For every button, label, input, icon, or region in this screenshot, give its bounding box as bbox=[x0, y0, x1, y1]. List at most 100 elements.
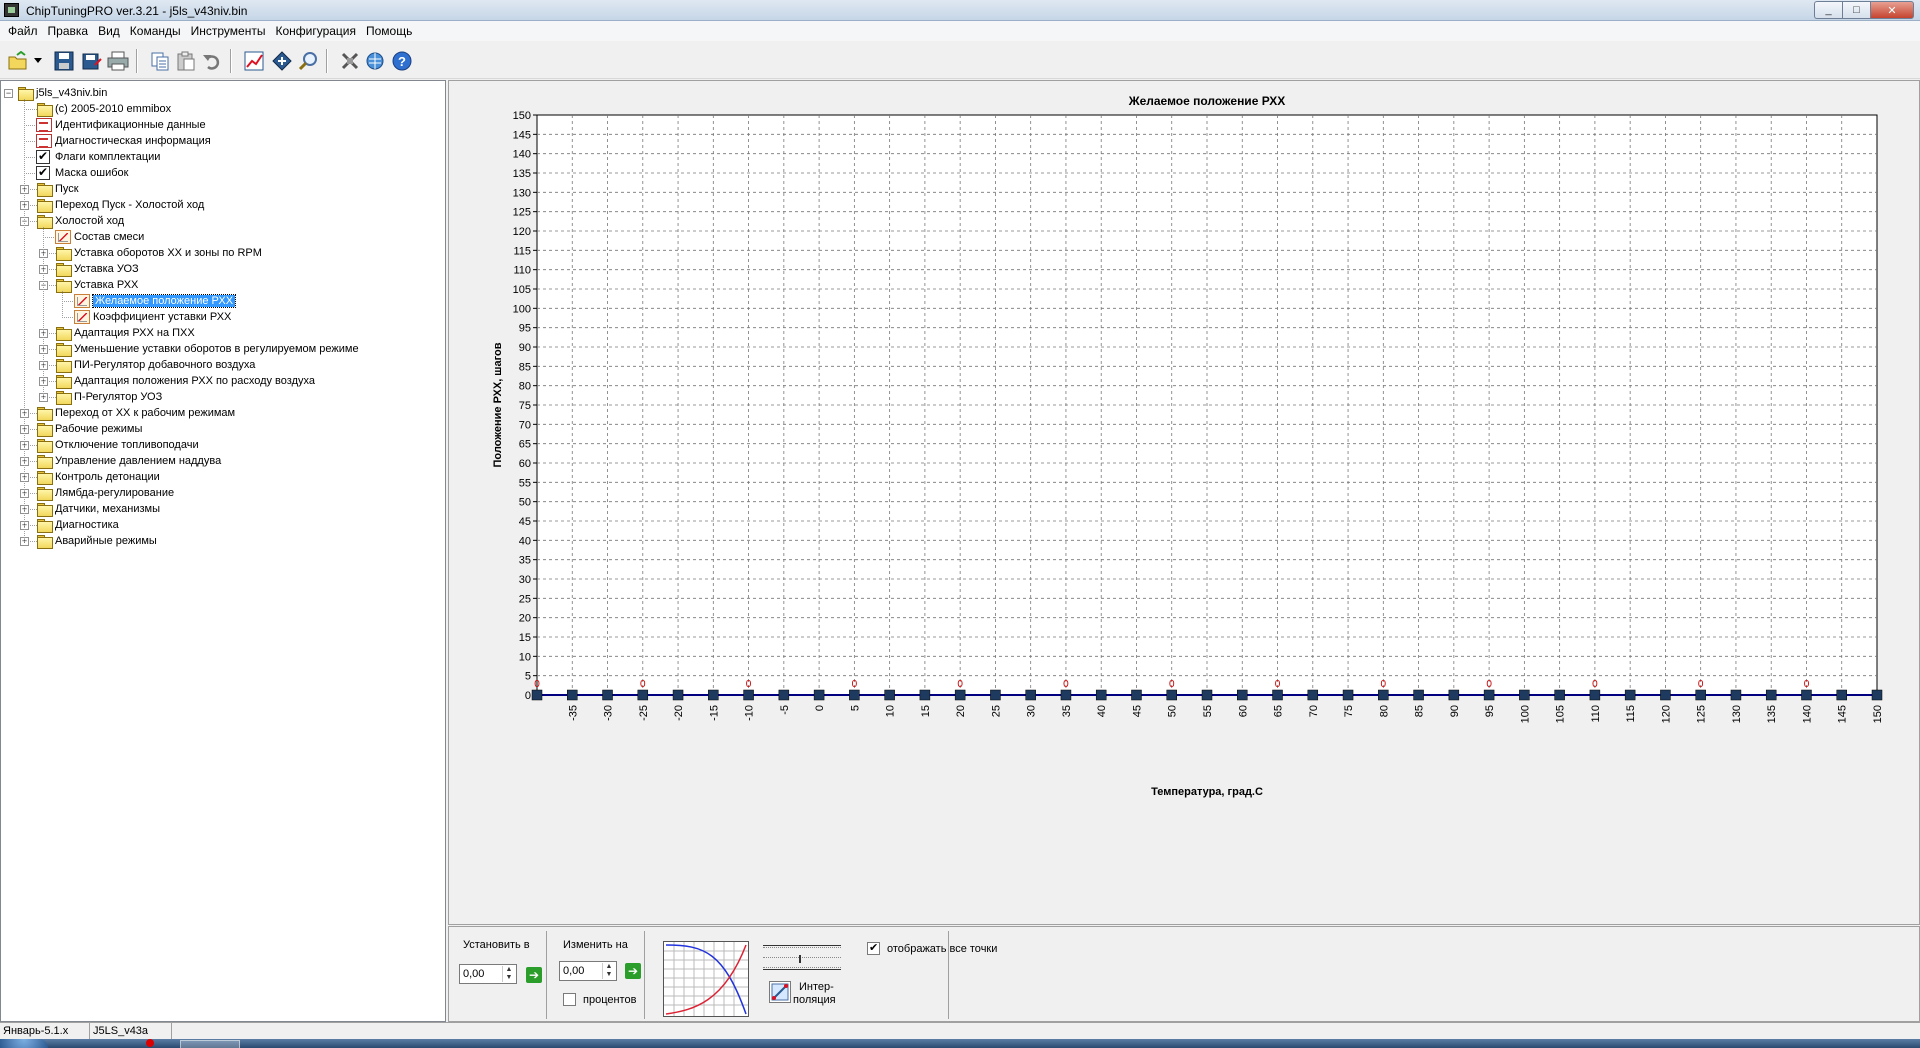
data-point-marker[interactable] bbox=[672, 689, 684, 701]
open-icon[interactable] bbox=[6, 49, 30, 73]
tree-node[interactable]: Диагностическая информация bbox=[36, 133, 211, 149]
show-all-points-checkbox[interactable] bbox=[867, 941, 880, 955]
data-point-marker[interactable] bbox=[1025, 689, 1036, 701]
tree-node[interactable]: Уменьшение уставки оборотов в регулируем… bbox=[55, 341, 359, 357]
globe-icon[interactable] bbox=[364, 49, 388, 73]
data-point-marker[interactable] bbox=[1448, 689, 1460, 701]
diamond-icon[interactable] bbox=[270, 49, 294, 73]
data-point-marker[interactable] bbox=[531, 689, 543, 701]
tree-node[interactable]: Аварийные режимы bbox=[36, 533, 157, 549]
data-point-marker[interactable] bbox=[637, 689, 649, 701]
tree-node[interactable]: Уставка оборотов ХХ и зоны по RPM bbox=[55, 245, 262, 261]
curve-preview-button[interactable] bbox=[663, 941, 749, 1017]
data-point-marker[interactable] bbox=[1201, 689, 1213, 701]
taskbar-item[interactable] bbox=[180, 1040, 240, 1048]
taskbar-app-icon[interactable] bbox=[146, 1039, 154, 1047]
tree-node[interactable]: Переход от ХХ к рабочим режимам bbox=[36, 405, 235, 421]
data-point-marker[interactable] bbox=[1166, 689, 1177, 701]
save-icon[interactable] bbox=[52, 49, 76, 73]
search-icon[interactable] bbox=[296, 49, 320, 73]
chart[interactable]: Желаемое положение РХХ051015202530354045… bbox=[449, 81, 1919, 924]
tree-node[interactable]: Контроль детонации bbox=[36, 469, 160, 485]
tree-node[interactable]: П-Регулятор УОЗ bbox=[55, 389, 162, 405]
data-point-marker[interactable] bbox=[884, 689, 895, 701]
data-point-marker[interactable] bbox=[919, 689, 931, 701]
print-icon[interactable] bbox=[106, 49, 130, 73]
paste-icon[interactable] bbox=[174, 49, 198, 73]
data-point-marker[interactable] bbox=[1660, 689, 1671, 701]
interpolation-button[interactable] bbox=[769, 981, 791, 1003]
chart-icon[interactable] bbox=[242, 49, 266, 73]
data-point-marker[interactable] bbox=[1060, 689, 1072, 701]
tree-node[interactable]: Рабочие режимы bbox=[36, 421, 142, 437]
data-point-marker[interactable] bbox=[1801, 689, 1812, 701]
tree-node[interactable]: Отключение топливоподачи bbox=[36, 437, 199, 453]
tree-node[interactable]: Управление давлением наддува bbox=[36, 453, 221, 469]
tree-node[interactable]: Коэффициент уставки РХХ bbox=[74, 309, 231, 325]
data-point-marker[interactable] bbox=[602, 689, 613, 701]
data-point-marker[interactable] bbox=[849, 689, 860, 701]
copy-icon[interactable] bbox=[148, 49, 172, 73]
undo-icon[interactable] bbox=[200, 49, 224, 73]
data-point-marker[interactable] bbox=[954, 689, 966, 701]
apply-set-button[interactable]: ➔ bbox=[526, 967, 542, 983]
data-point-marker[interactable] bbox=[1836, 689, 1847, 701]
tree-node[interactable]: Уставка УОЗ bbox=[55, 261, 139, 277]
tree-node[interactable]: Адаптация РХХ на ПХХ bbox=[55, 325, 195, 341]
change-by-input[interactable]: 0,00 ▲ ▼ bbox=[559, 961, 617, 981]
data-point-marker[interactable] bbox=[708, 689, 719, 701]
apply-change-button[interactable]: ➔ bbox=[625, 963, 641, 979]
data-point-marker[interactable] bbox=[1589, 689, 1601, 701]
tree-node[interactable]: ПИ-Регулятор добавочного воздуха bbox=[55, 357, 255, 373]
data-point-marker[interactable] bbox=[1519, 689, 1530, 701]
save-as-icon[interactable] bbox=[80, 49, 104, 73]
tree-node[interactable]: (c) 2005-2010 emmibox bbox=[36, 101, 171, 117]
data-point-marker[interactable] bbox=[1871, 689, 1883, 701]
data-point-marker[interactable] bbox=[1765, 689, 1777, 701]
tree-node[interactable]: Состав смеси bbox=[55, 229, 144, 245]
spinner-arrows-icon[interactable]: ▲ ▼ bbox=[502, 966, 515, 982]
tree-node[interactable]: Лямбда-регулирование bbox=[36, 485, 174, 501]
percent-checkbox[interactable] bbox=[563, 993, 576, 1006]
data-point-marker[interactable] bbox=[1237, 689, 1248, 701]
menu-help[interactable]: Помощь bbox=[361, 22, 417, 40]
tree-node[interactable]: Желаемое положение РХХ bbox=[74, 293, 237, 309]
tree-node[interactable]: Адаптация положения РХХ по расходу возду… bbox=[55, 373, 315, 389]
tree-node[interactable]: Холостой ход bbox=[36, 213, 124, 229]
data-point-marker[interactable] bbox=[1695, 689, 1706, 701]
tree-node[interactable]: Диагностика bbox=[36, 517, 119, 533]
close-button[interactable]: ✕ bbox=[1870, 1, 1914, 19]
spinner-arrows-icon[interactable]: ▲ ▼ bbox=[602, 963, 615, 979]
data-point-marker[interactable] bbox=[1730, 689, 1742, 701]
data-point-marker[interactable] bbox=[567, 689, 578, 701]
tools-icon[interactable] bbox=[338, 49, 362, 73]
data-point-marker[interactable] bbox=[1342, 689, 1354, 701]
data-point-marker[interactable] bbox=[813, 689, 825, 701]
tree-node[interactable]: Уставка РХХ bbox=[55, 277, 138, 293]
tree-node[interactable]: Датчики, механизмы bbox=[36, 501, 160, 517]
smoothing-sliders[interactable] bbox=[763, 941, 843, 973]
tree-node[interactable]: Флаги комплектации bbox=[36, 149, 160, 165]
data-point-marker[interactable] bbox=[1095, 689, 1107, 701]
data-point-marker[interactable] bbox=[990, 689, 1001, 701]
collapse-toggle-icon[interactable]: − bbox=[4, 89, 13, 98]
set-to-input[interactable]: 0,00 ▲ ▼ bbox=[459, 964, 517, 984]
maximize-button[interactable]: □ bbox=[1842, 1, 1870, 19]
data-point-marker[interactable] bbox=[1483, 689, 1495, 701]
data-point-marker[interactable] bbox=[1307, 689, 1319, 701]
tree-node[interactable]: Переход Пуск - Холостой ход bbox=[36, 197, 204, 213]
data-point-marker[interactable] bbox=[1131, 689, 1142, 701]
data-point-marker[interactable] bbox=[778, 689, 790, 701]
minimize-button[interactable]: _ bbox=[1814, 1, 1842, 19]
data-point-marker[interactable] bbox=[1272, 689, 1283, 701]
tree-node[interactable]: Маска ошибок bbox=[36, 165, 128, 181]
dropdown-arrow-icon[interactable] bbox=[32, 49, 44, 73]
menu-commands[interactable]: Команды bbox=[125, 22, 186, 40]
tree-node[interactable]: Идентификационные данные bbox=[36, 117, 206, 133]
help-icon[interactable]: ? bbox=[390, 49, 414, 73]
data-point-marker[interactable] bbox=[743, 689, 754, 701]
tree-node[interactable]: j5ls_v43niv.bin bbox=[17, 85, 107, 101]
tree-node[interactable]: Пуск bbox=[36, 181, 79, 197]
menu-tools[interactable]: Инструменты bbox=[186, 22, 271, 40]
menu-edit[interactable]: Правка bbox=[43, 22, 94, 40]
